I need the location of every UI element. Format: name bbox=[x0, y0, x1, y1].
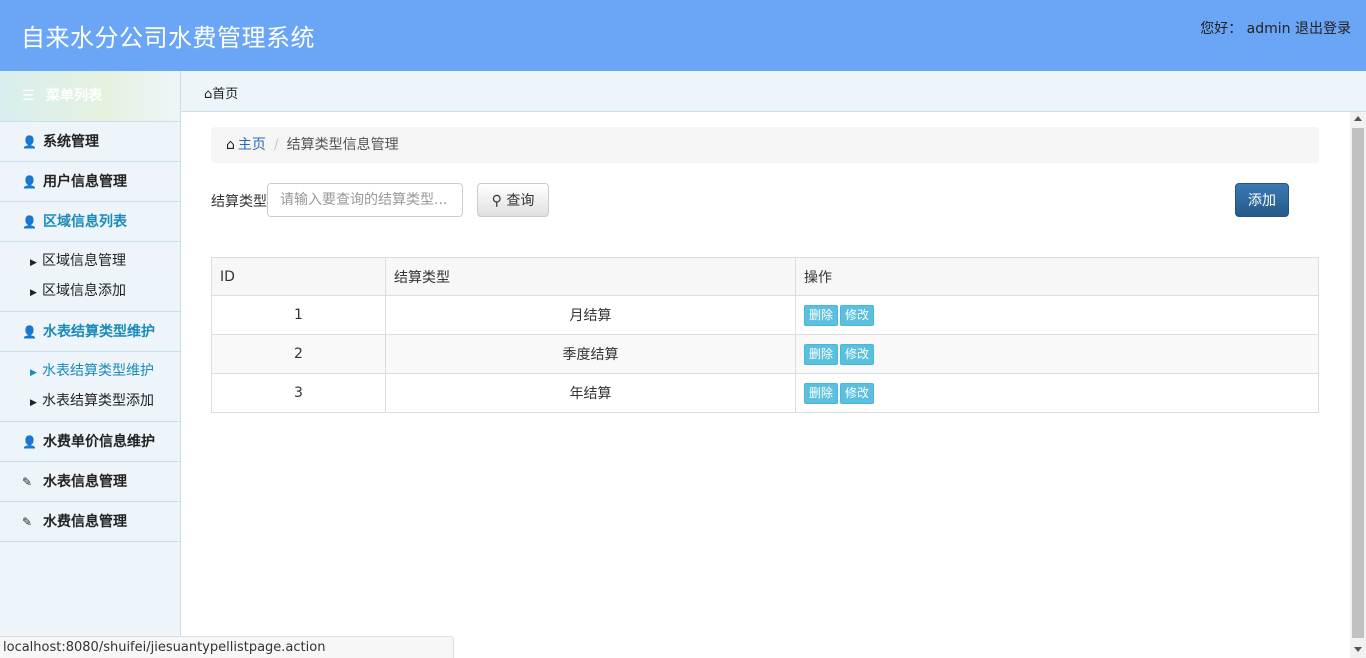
breadcrumb-current: 结算类型信息管理 bbox=[286, 137, 399, 153]
column-header-id: ID bbox=[211, 257, 386, 296]
add-button[interactable]: 添加 bbox=[1235, 183, 1289, 217]
sidebar-subitem-region-manage[interactable]: ▶ 区域信息管理 bbox=[0, 246, 180, 276]
column-header-actions: 操作 bbox=[795, 257, 1319, 296]
user-icon: 👤 bbox=[22, 215, 37, 229]
edit-button[interactable]: 修改 bbox=[840, 382, 875, 404]
breadcrumb-separator: / bbox=[273, 137, 279, 153]
logout-link[interactable]: 退出登录 bbox=[1295, 21, 1351, 37]
header: 自来水分公司水费管理系统 您好： admin 退出登录 bbox=[0, 0, 1366, 71]
table-header-row: ID 结算类型 操作 bbox=[211, 257, 1319, 296]
table-row: 1 月结算 删除 修改 bbox=[211, 295, 1319, 335]
sidebar-item-label: 水费信息管理 bbox=[43, 514, 127, 530]
delete-button[interactable]: 删除 bbox=[804, 304, 839, 326]
sidebar-item-fees[interactable]: ✎ 水费信息管理 bbox=[0, 502, 180, 542]
user-icon: 👤 bbox=[22, 135, 37, 149]
edit-button[interactable]: 修改 bbox=[840, 304, 875, 326]
edit-icon: ✎ bbox=[22, 515, 33, 529]
sidebar-item-label: 区域信息列表 bbox=[43, 214, 127, 230]
sidebar-subitem-label: 水表结算类型添加 bbox=[42, 393, 154, 409]
settlement-type-table: ID 结算类型 操作 1 月结算 删除 修改 2 季度结算 删除 修改 3 年结… bbox=[211, 257, 1319, 413]
sidebar-item-label: 系统管理 bbox=[43, 134, 99, 150]
search-input[interactable] bbox=[267, 183, 463, 217]
greeting-text: 您好： bbox=[1200, 21, 1243, 37]
vertical-scrollbar[interactable] bbox=[1350, 112, 1366, 658]
user-icon: 👤 bbox=[22, 325, 37, 339]
sidebar-item-label: 用户信息管理 bbox=[43, 174, 127, 190]
home-tab-label: 首页 bbox=[212, 87, 239, 102]
scroll-up-arrow-icon[interactable] bbox=[1354, 116, 1362, 121]
username: admin bbox=[1246, 21, 1291, 37]
menu-title: 菜单列表 bbox=[46, 88, 102, 104]
table-row: 3 年结算 删除 修改 bbox=[211, 373, 1319, 413]
sidebar-item-label: 水表信息管理 bbox=[43, 474, 127, 490]
cell-actions: 删除 修改 bbox=[795, 334, 1319, 374]
sidebar-item-users[interactable]: 👤 用户信息管理 bbox=[0, 162, 180, 202]
home-icon: ⌂ bbox=[226, 137, 235, 153]
search-icon: ⚲ bbox=[491, 193, 502, 209]
cell-type: 年结算 bbox=[385, 373, 796, 413]
settlement-submenu: ▶ 水表结算类型维护 ▶ 水表结算类型添加 bbox=[0, 352, 180, 422]
caret-right-icon: ▶ bbox=[30, 398, 37, 408]
query-button[interactable]: ⚲ 查询 bbox=[477, 183, 549, 217]
search-label: 结算类型 bbox=[211, 194, 267, 210]
cell-actions: 删除 修改 bbox=[795, 373, 1319, 413]
caret-right-icon: ▶ bbox=[30, 258, 37, 268]
column-header-type: 结算类型 bbox=[385, 257, 796, 296]
user-info: 您好： admin 退出登录 bbox=[1200, 18, 1351, 38]
user-icon: 👤 bbox=[22, 175, 37, 189]
table-row: 2 季度结算 删除 修改 bbox=[211, 334, 1319, 374]
sidebar-subitem-label: 区域信息管理 bbox=[42, 253, 126, 269]
sidebar-item-system[interactable]: 👤 系统管理 bbox=[0, 122, 180, 162]
sidebar: ☰ 菜单列表 👤 系统管理 👤 用户信息管理 👤 区域信息列表 ▶ 区域信息管理 ▶ 区域信… bbox=[0, 71, 181, 658]
delete-button[interactable]: 删除 bbox=[804, 343, 839, 365]
sidebar-item-regions[interactable]: 👤 区域信息列表 bbox=[0, 202, 180, 242]
main-content: ⌂主页 / 结算类型信息管理 结算类型 ⚲ 查询 添加 ID 结算类型 操作 1 月… bbox=[181, 112, 1350, 658]
query-button-label: 查询 bbox=[506, 193, 535, 209]
cell-id: 3 bbox=[211, 373, 386, 413]
edit-button[interactable]: 修改 bbox=[840, 343, 875, 365]
sidebar-item-label: 水费单价信息维护 bbox=[43, 434, 155, 450]
app-title: 自来水分公司水费管理系统 bbox=[21, 24, 315, 52]
user-icon: 👤 bbox=[22, 435, 37, 449]
status-bar-url: localhost:8080/shuifei/jiesuantypellistp… bbox=[0, 636, 454, 658]
sidebar-subitem-settlement-manage[interactable]: ▶ 水表结算类型维护 bbox=[0, 356, 180, 386]
caret-right-icon: ▶ bbox=[30, 288, 37, 298]
sidebar-item-label: 水表结算类型维护 bbox=[43, 324, 155, 340]
tab-bar: ⌂首页 bbox=[181, 71, 1366, 112]
delete-button[interactable]: 删除 bbox=[804, 382, 839, 404]
region-submenu: ▶ 区域信息管理 ▶ 区域信息添加 bbox=[0, 242, 180, 312]
breadcrumb-home-link[interactable]: 主页 bbox=[238, 137, 266, 153]
sidebar-subitem-label: 区域信息添加 bbox=[42, 283, 126, 299]
cell-id: 1 bbox=[211, 295, 386, 335]
edit-icon: ✎ bbox=[22, 475, 33, 489]
menu-header: ☰ 菜单列表 bbox=[0, 71, 180, 122]
cell-type: 月结算 bbox=[385, 295, 796, 335]
sidebar-item-meters[interactable]: ✎ 水表信息管理 bbox=[0, 462, 180, 502]
sidebar-subitem-settlement-add[interactable]: ▶ 水表结算类型添加 bbox=[0, 386, 180, 416]
home-tab[interactable]: ⌂首页 bbox=[204, 83, 238, 102]
breadcrumb: ⌂ 主页 / 结算类型信息管理 bbox=[211, 127, 1319, 163]
scroll-down-arrow-icon[interactable] bbox=[1354, 647, 1362, 652]
sidebar-item-settlement-types[interactable]: 👤 水表结算类型维护 bbox=[0, 312, 180, 352]
cell-type: 季度结算 bbox=[385, 334, 796, 374]
sidebar-subitem-region-add[interactable]: ▶ 区域信息添加 bbox=[0, 276, 180, 306]
sidebar-subitem-label: 水表结算类型维护 bbox=[42, 363, 154, 379]
cell-id: 2 bbox=[211, 334, 386, 374]
scrollbar-thumb[interactable] bbox=[1352, 128, 1364, 638]
cell-actions: 删除 修改 bbox=[795, 295, 1319, 335]
sidebar-item-unit-price[interactable]: 👤 水费单价信息维护 bbox=[0, 422, 180, 462]
caret-right-icon: ▶ bbox=[30, 368, 37, 378]
list-icon: ☰ bbox=[22, 88, 35, 104]
